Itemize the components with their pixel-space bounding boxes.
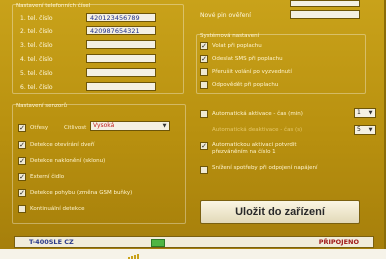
auto-activate-checkbox[interactable] <box>200 110 208 118</box>
chevron-down-icon: ▼ <box>162 123 167 129</box>
phone-input-3[interactable] <box>86 40 156 49</box>
phone-input-5[interactable] <box>86 68 156 77</box>
answer-on-alarm-checkbox[interactable] <box>200 81 208 89</box>
auto-confirm-label: Automatickou aktivaci potvrdit přezváněn… <box>212 142 297 155</box>
sms-on-alarm-label: Odeslat SMS při poplachu <box>212 56 283 62</box>
phone-label-6: 6. tel. číslo <box>20 84 53 91</box>
motion-detection-label: Detekce pohybu (změna GSM buňky) <box>30 190 133 196</box>
sensors-title: Nastavení senzorů <box>16 103 68 109</box>
phone-label-2: 2. tel. číslo <box>20 28 53 35</box>
reduce-consumption-label: Snížení spotřeby při odpojení napájení <box>212 165 318 171</box>
auto-confirm-checkbox[interactable]: ✓ <box>200 142 208 150</box>
phone-input-2[interactable]: 420987654321 <box>86 26 156 35</box>
answer-on-alarm-label: Odpovědět při poplachu <box>212 82 279 88</box>
new-pin-input[interactable] <box>290 10 360 19</box>
phone-input-6[interactable] <box>86 82 156 91</box>
battery-icon <box>151 239 165 247</box>
sensitivity-value: Vysoká <box>93 122 115 129</box>
continuous-detection-checkbox[interactable] <box>18 205 26 213</box>
connection-status: PŘIPOJENO <box>318 238 359 246</box>
phone-label-3: 3. tel. číslo <box>20 42 53 49</box>
external-sensor-label: Externí čidlo <box>30 174 65 180</box>
phone-input-4[interactable] <box>86 54 156 63</box>
auto-deactivate-value: 5 <box>357 126 361 133</box>
auto-deactivate-label: Automatická deaktivace - čas (s) <box>212 127 303 133</box>
shock-label: Otřesy <box>30 125 49 131</box>
door-detection-label: Detekce otevírání dveří <box>30 142 95 148</box>
tilt-detection-checkbox[interactable]: ✓ <box>18 157 26 165</box>
continuous-detection-label: Kontinuální detekce <box>30 206 85 212</box>
chevron-down-icon: ▼ <box>368 110 373 116</box>
phone-label-4: 4. tel. číslo <box>20 56 53 63</box>
auto-deactivate-select[interactable]: 5 ▼ <box>354 125 376 135</box>
settings-panel: Nastavení telefonních čísel 1. tel. čísl… <box>0 0 386 259</box>
device-model: T-400SLE CZ <box>29 238 74 246</box>
status-bar: T-400SLE CZ PŘIPOJENO <box>14 236 374 259</box>
phone-input-1[interactable]: 420123456789 <box>86 13 156 22</box>
auto-activate-select[interactable]: 1 ▼ <box>354 108 376 118</box>
external-sensor-checkbox[interactable]: ✓ <box>18 173 26 181</box>
phone-numbers-title: Nastavení telefonních čísel <box>16 3 91 9</box>
reduce-consumption-checkbox[interactable] <box>200 166 208 174</box>
pin-input-top[interactable] <box>290 0 360 7</box>
sensitivity-select[interactable]: Vysoká ▼ <box>90 121 170 131</box>
system-settings-title: Systémová nastavení <box>200 33 260 39</box>
interrupt-call-label: Přerušit volání po vyzvednutí <box>212 69 292 75</box>
phone-label-1: 1. tel. číslo <box>20 15 53 22</box>
auto-activate-value: 1 <box>357 109 361 116</box>
signal-strength-icon <box>128 240 140 259</box>
call-on-alarm-checkbox[interactable]: ✓ <box>200 42 208 50</box>
new-pin-label: Nové pin ověření <box>200 12 251 19</box>
tilt-detection-label: Detekce naklonění (sklonu) <box>30 158 106 164</box>
shock-checkbox[interactable]: ✓ <box>18 124 26 132</box>
phone-label-5: 5. tel. číslo <box>20 70 53 77</box>
sensitivity-label: Citlivost <box>64 125 87 131</box>
door-detection-checkbox[interactable]: ✓ <box>18 141 26 149</box>
motion-detection-checkbox[interactable]: ✓ <box>18 189 26 197</box>
save-to-device-button[interactable]: Uložit do zařízení <box>200 200 360 224</box>
chevron-down-icon: ▼ <box>368 127 373 133</box>
interrupt-call-checkbox[interactable] <box>200 68 208 76</box>
call-on-alarm-label: Volat při poplachu <box>212 43 262 49</box>
sms-on-alarm-checkbox[interactable]: ✓ <box>200 55 208 63</box>
auto-activate-label: Automatická aktivace - čas (min) <box>212 111 303 117</box>
